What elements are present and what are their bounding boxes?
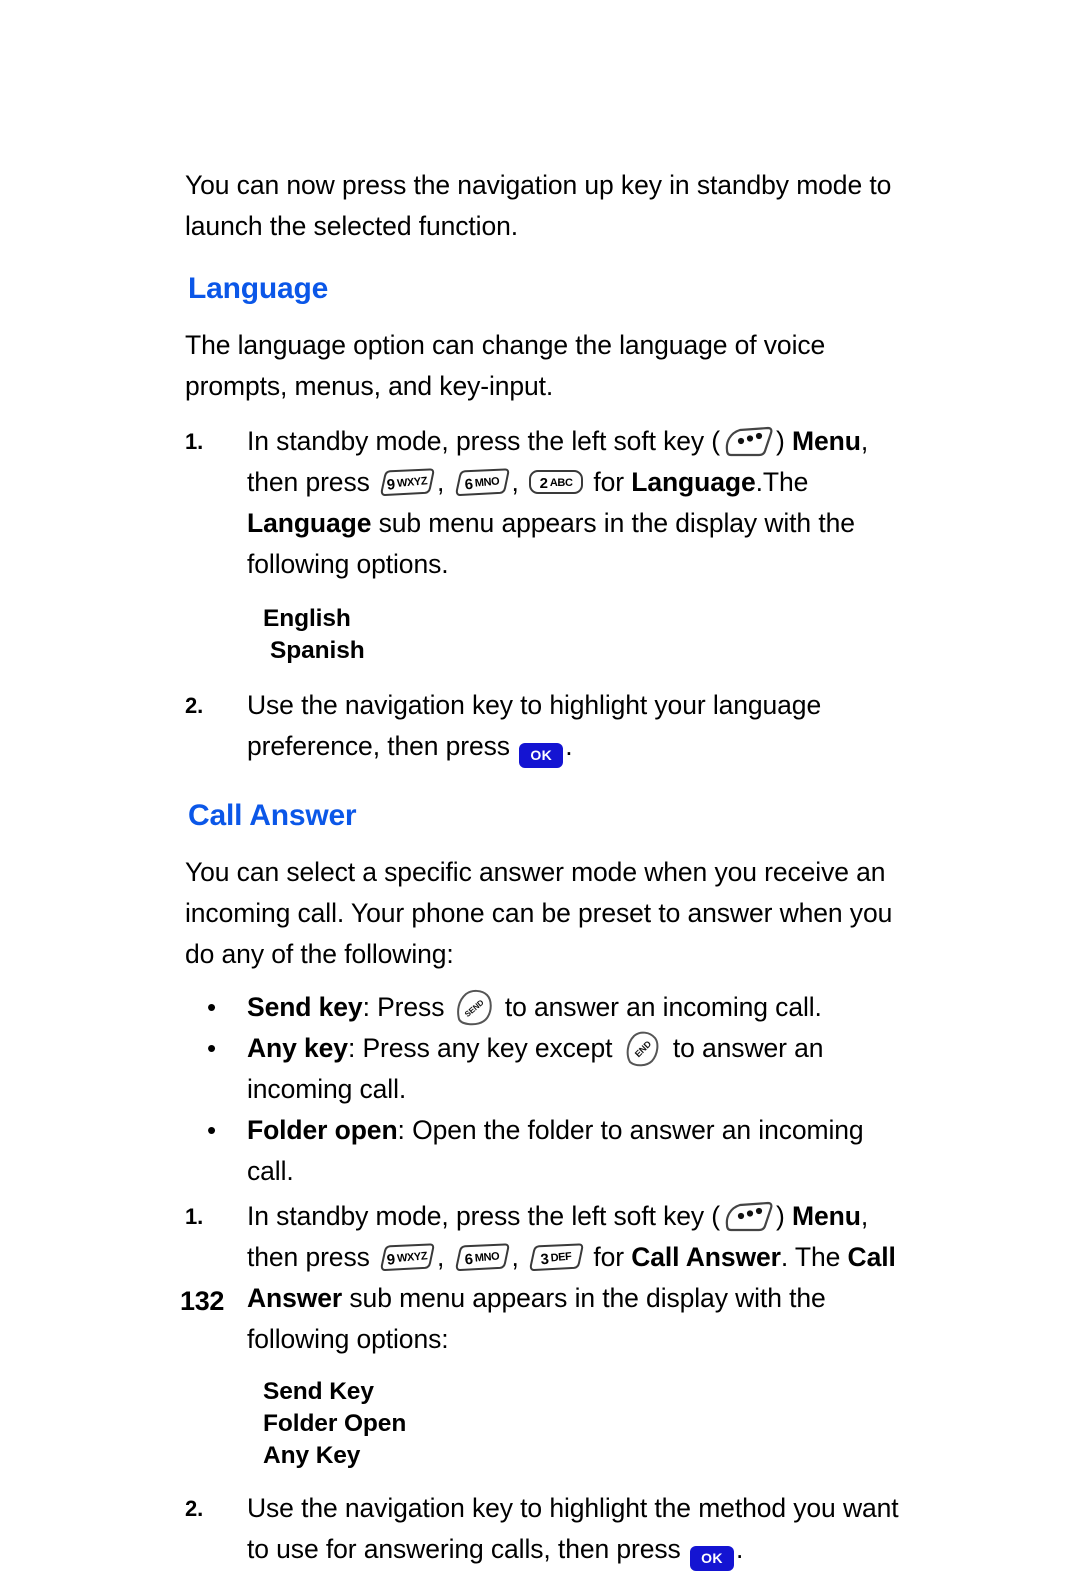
bullet-text-part: : Press xyxy=(362,992,452,1022)
option-folder-open: Folder Open xyxy=(263,1410,407,1437)
end-key-icon: END xyxy=(622,1030,664,1068)
option-english: English xyxy=(263,605,351,632)
bullet-folder-open: • Folder open: Open the folder to answer … xyxy=(185,1110,915,1192)
bullet-dot-icon: • xyxy=(207,1033,217,1063)
bullet-bold-label: Any key xyxy=(247,1033,348,1063)
call-answer-step-2: 2. Use the navigation key to highlight th… xyxy=(185,1488,915,1571)
step-number: 2. xyxy=(185,1496,204,1521)
left-soft-key-icon xyxy=(721,425,775,459)
option-any-key: Any Key xyxy=(263,1442,361,1469)
intro-paragraph: You can now press the navigation up key … xyxy=(185,170,892,241)
keypad-key-9-icon: 9 WXYZ xyxy=(378,1243,436,1273)
step-text-part: , xyxy=(511,1242,527,1272)
step-text-part: ) xyxy=(776,426,793,456)
manual-page: You can now press the navigation up key … xyxy=(0,0,1080,1571)
option-send-key: Send Key xyxy=(263,1378,374,1405)
bullet-text-part: to answer an incoming call. xyxy=(497,992,822,1022)
ok-key-icon: OK xyxy=(689,1546,734,1571)
step-text-part: for xyxy=(586,1242,632,1272)
menu-label: Menu xyxy=(792,1201,861,1231)
heading-language: Language xyxy=(188,272,329,305)
step-text-part: Use the navigation key to highlight the … xyxy=(247,1493,899,1564)
step-text-part: . The xyxy=(780,1242,848,1272)
bullet-bold-label: Send key xyxy=(247,992,363,1022)
language-step-1: 1. In standby mode, press the left soft k… xyxy=(185,421,915,585)
step-text-part: for xyxy=(586,467,632,497)
bullet-dot-icon: • xyxy=(207,1115,217,1145)
step-number: 1. xyxy=(185,1204,204,1229)
ok-key-icon: OK xyxy=(519,743,564,768)
menu-label: Menu xyxy=(792,426,861,456)
heading-call-answer: Call Answer xyxy=(188,799,357,832)
keypad-key-2-icon: 2 ABC xyxy=(527,468,585,498)
step-text-part: In standby mode, press the left soft key… xyxy=(247,426,721,456)
bullet-send-key: • Send key: Press SEND to answer an incom… xyxy=(185,987,915,1028)
bullet-text-part: : Press any key except xyxy=(347,1033,620,1063)
step-text-part: . xyxy=(565,731,573,761)
step-number: 2. xyxy=(185,693,204,718)
step-text-part: .The xyxy=(755,467,809,497)
step-text-part: In standby mode, press the left soft key… xyxy=(247,1201,721,1231)
call-answer-bold-1: Call Answer xyxy=(631,1242,781,1272)
bullet-dot-icon: • xyxy=(207,992,217,1022)
keypad-key-3-icon: 3 DEF xyxy=(527,1243,585,1273)
step-text-part: ) xyxy=(776,1201,793,1231)
step-text-part: , xyxy=(437,1242,452,1272)
language-options-list: English Spanish xyxy=(185,603,915,667)
send-key-icon: SEND xyxy=(454,989,496,1027)
step-number: 1. xyxy=(185,429,204,454)
bullet-any-key: • Any key: Press any key except END to an… xyxy=(185,1028,915,1110)
language-intro-paragraph: The language option can change the langu… xyxy=(185,330,826,401)
page-number: 132 xyxy=(180,1286,225,1316)
call-answer-intro-paragraph: You can select a specific answer mode wh… xyxy=(185,857,893,969)
option-spanish: Spanish xyxy=(270,637,365,664)
step-text-part: . xyxy=(735,1534,744,1564)
step-text-part: , xyxy=(511,467,527,497)
page-content: You can now press the navigation up key … xyxy=(185,165,915,1571)
step-text-part: , xyxy=(437,467,452,497)
left-soft-key-icon xyxy=(721,1200,775,1234)
keypad-key-6-icon: 6 MNO xyxy=(453,1243,511,1273)
keypad-key-6-icon: 6 MNO xyxy=(453,468,511,498)
language-bold-2: Language xyxy=(247,508,372,538)
language-bold-1: Language xyxy=(631,467,756,497)
call-answer-options-list: Send Key Folder Open Any Key xyxy=(185,1376,915,1472)
call-answer-step-1: 1. In standby mode, press the left soft k… xyxy=(185,1196,915,1360)
keypad-key-9-icon: 9 WXYZ xyxy=(378,468,436,498)
bullet-bold-label: Folder open xyxy=(247,1115,398,1145)
language-step-2: 2. Use the navigation key to highlight yo… xyxy=(185,685,915,768)
